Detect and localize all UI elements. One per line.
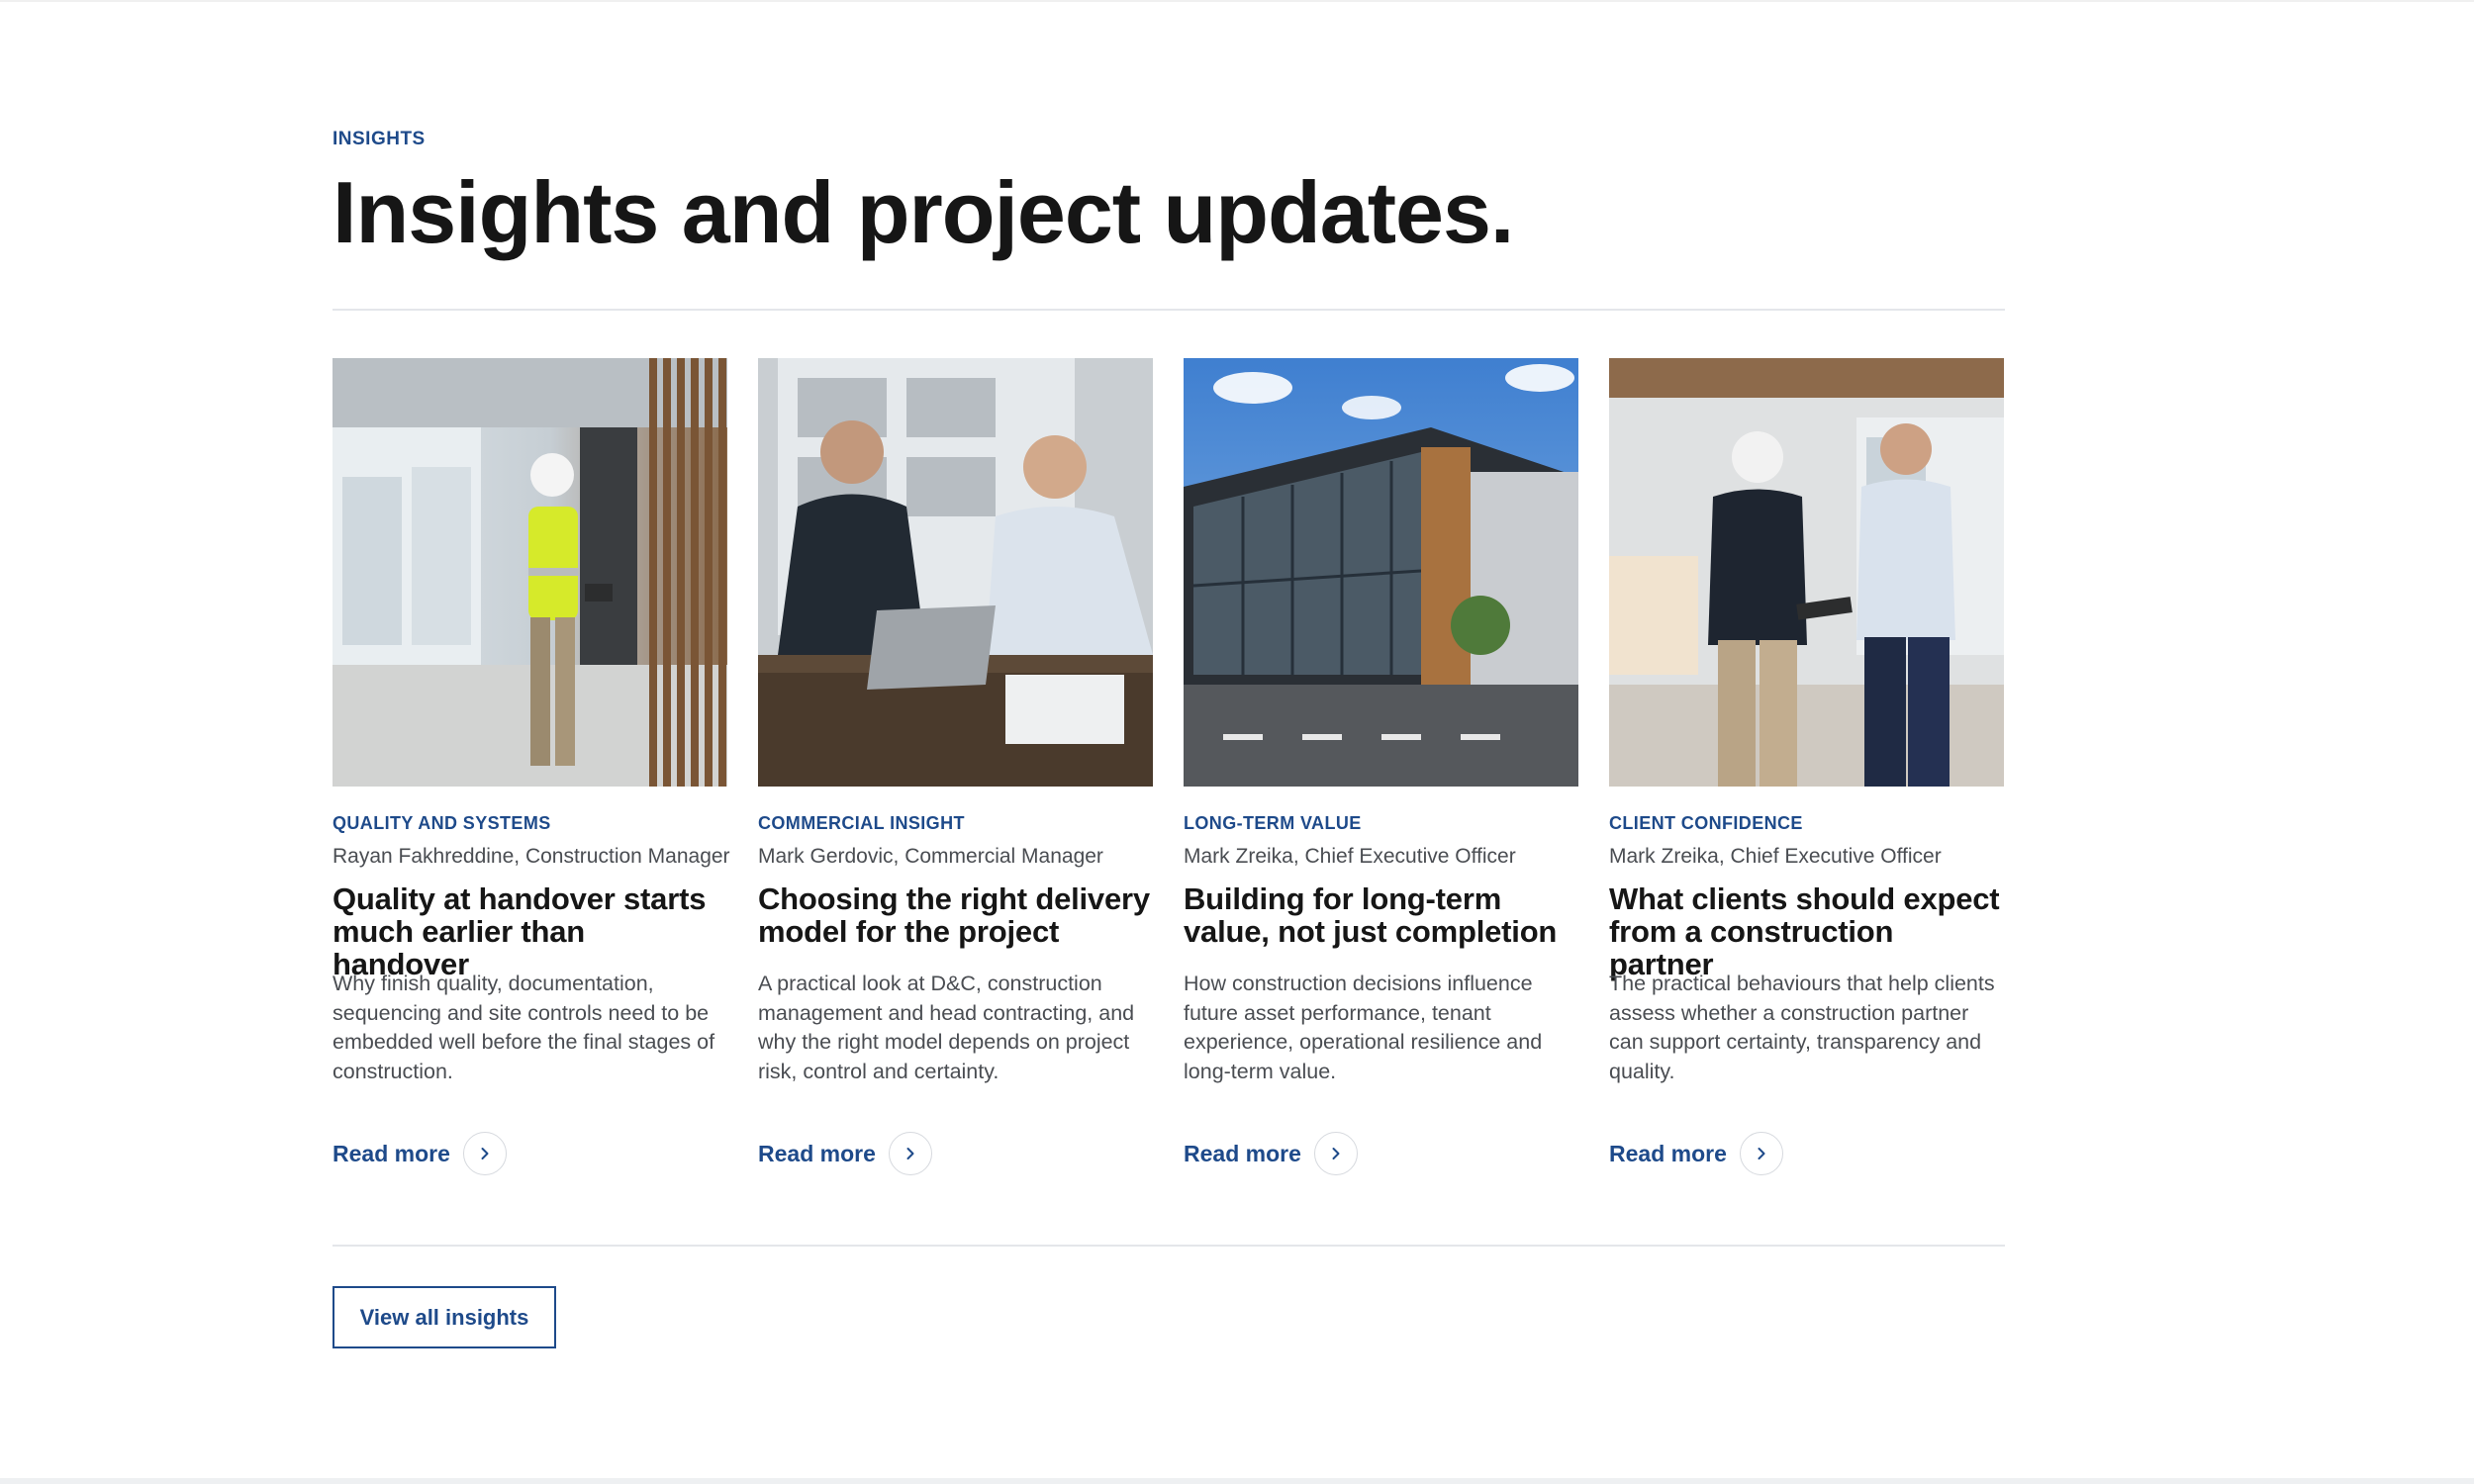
card-category: CLIENT CONFIDENCE [1609,813,1803,833]
read-more-label: Read more [1184,1140,1301,1166]
chevron-right-icon[interactable] [462,1132,507,1175]
photo-modern-building-icon [1184,358,1578,787]
card-description: Why finish quality, documentation, seque… [333,972,715,1083]
card-title[interactable]: Building for long-term value, not just c… [1184,882,1578,948]
photo-site-inspection-icon [333,358,727,787]
read-more-link[interactable]: Read more [758,1132,932,1175]
card-image-modern-building[interactable] [1184,358,1578,787]
section-heading: Insights and project updates. [333,163,1514,261]
bottom-divider [333,1245,2005,1247]
chevron-right-icon[interactable] [1739,1132,1783,1175]
read-more-link[interactable]: Read more [333,1132,507,1175]
card-description: A practical look at D&C, construction ma… [758,972,1135,1083]
read-more-link[interactable]: Read more [1184,1132,1358,1175]
card-title[interactable]: What clients should expect from a constr… [1609,882,2004,980]
read-more-label: Read more [333,1140,450,1166]
read-more-link[interactable]: Read more [1609,1132,1783,1175]
chevron-right-icon[interactable] [1313,1132,1358,1175]
card-image-office-meeting[interactable] [758,358,1153,787]
card-description: The practical behaviours that help clien… [1609,972,1995,1083]
photo-office-meeting-icon [758,358,1153,787]
card-category: QUALITY AND SYSTEMS [333,813,551,833]
card-title[interactable]: Choosing the right delivery model for th… [758,882,1153,948]
card-title[interactable]: Quality at handover starts much earlier … [333,882,727,980]
insight-card: LONG-TERM VALUE Mark Zreika, Chief Execu… [1184,358,1578,1179]
card-image-site-inspection[interactable] [333,358,727,787]
card-author: Mark Gerdovic, Commercial Manager [758,845,1103,868]
view-all-insights-button[interactable]: View all insights [333,1286,556,1348]
insight-card: COMMERCIAL INSIGHT Mark Gerdovic, Commer… [758,358,1153,1179]
insights-section: INSIGHTS Insights and project updates. Q… [333,0,2005,1478]
insight-card: CLIENT CONFIDENCE Mark Zreika, Chief Exe… [1609,358,2004,1179]
card-image-walkthrough[interactable] [1609,358,2004,787]
card-author: Mark Zreika, Chief Executive Officer [1184,845,1516,868]
read-more-label: Read more [1609,1140,1727,1166]
card-category: COMMERCIAL INSIGHT [758,813,965,833]
photo-walkthrough-icon [1609,358,2004,787]
read-more-label: Read more [758,1140,876,1166]
insight-cards: QUALITY AND SYSTEMS Rayan Fakhreddine, C… [333,358,2005,1179]
card-author: Mark Zreika, Chief Executive Officer [1609,845,1942,868]
insight-card: QUALITY AND SYSTEMS Rayan Fakhreddine, C… [333,358,730,1179]
section-eyebrow: INSIGHTS [333,129,426,149]
chevron-right-icon[interactable] [888,1132,932,1175]
footer-edge [0,1478,2474,1484]
top-divider [333,309,2005,311]
card-description: How construction decisions influence fut… [1184,972,1543,1083]
card-author: Rayan Fakhreddine, Construction Manager [333,845,730,868]
card-category: LONG-TERM VALUE [1184,813,1362,833]
